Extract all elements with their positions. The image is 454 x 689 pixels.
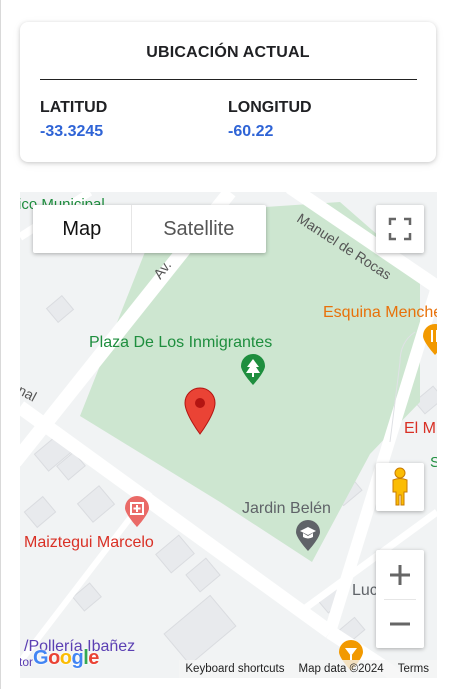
map-attribution: Keyboard shortcuts Map data ©2024 Terms [179,660,437,678]
label-jardin-belen: Jardin Belén [242,500,331,517]
label-s: S [430,454,437,471]
label-luc: Luc [352,582,378,599]
card-divider [40,79,417,80]
map-data-text: Map data ©2024 [298,663,384,675]
keyboard-shortcuts-link[interactable]: Keyboard shortcuts [185,663,284,675]
fullscreen-icon [388,217,412,241]
minus-icon [390,622,410,625]
map-type-satellite-button[interactable]: Satellite [130,205,266,253]
longitude-value: -60.22 [228,123,274,140]
map-type-control: Map Satellite [33,205,266,253]
terms-link[interactable]: Terms [398,663,429,675]
google-logo: Google [33,647,99,669]
street-view-button[interactable] [376,463,424,511]
map-view[interactable]: ico Municipal Manuel de Rocas Av. Esquin… [20,192,437,678]
zoom-control [376,550,424,648]
label-el-m: El M [404,420,436,437]
longitude-label: LONGITUD [228,99,312,116]
tree-icon[interactable] [240,354,266,386]
plus-icon [390,564,410,585]
label-maiztegui-marcelo: Maiztegui Marcelo [24,534,154,551]
location-card: UBICACIÓN ACTUAL LATITUD -33.3245 LONGIT… [20,22,436,162]
fullscreen-button[interactable] [376,205,424,253]
hospital-icon[interactable] [124,496,150,528]
card-title: UBICACIÓN ACTUAL [146,44,310,61]
street-view-pegman-icon [392,467,408,506]
label-plaza-de-los-inmigrantes: Plaza De Los Inmigrantes [89,334,273,351]
food-icon[interactable] [422,324,437,356]
label-tor: tor [20,655,34,669]
map-type-map-button[interactable]: Map [33,205,131,253]
label-esquina-menche: Esquina Menche [323,304,437,321]
latitude-value: -33.3245 [40,123,104,140]
zoom-out-button[interactable] [376,599,424,648]
red-location-marker-icon[interactable] [183,387,217,435]
zoom-in-button[interactable] [376,550,424,599]
latitude-label: LATITUD [40,99,108,116]
page-left-border [0,0,1,689]
graduation-cap-icon[interactable] [295,520,321,552]
